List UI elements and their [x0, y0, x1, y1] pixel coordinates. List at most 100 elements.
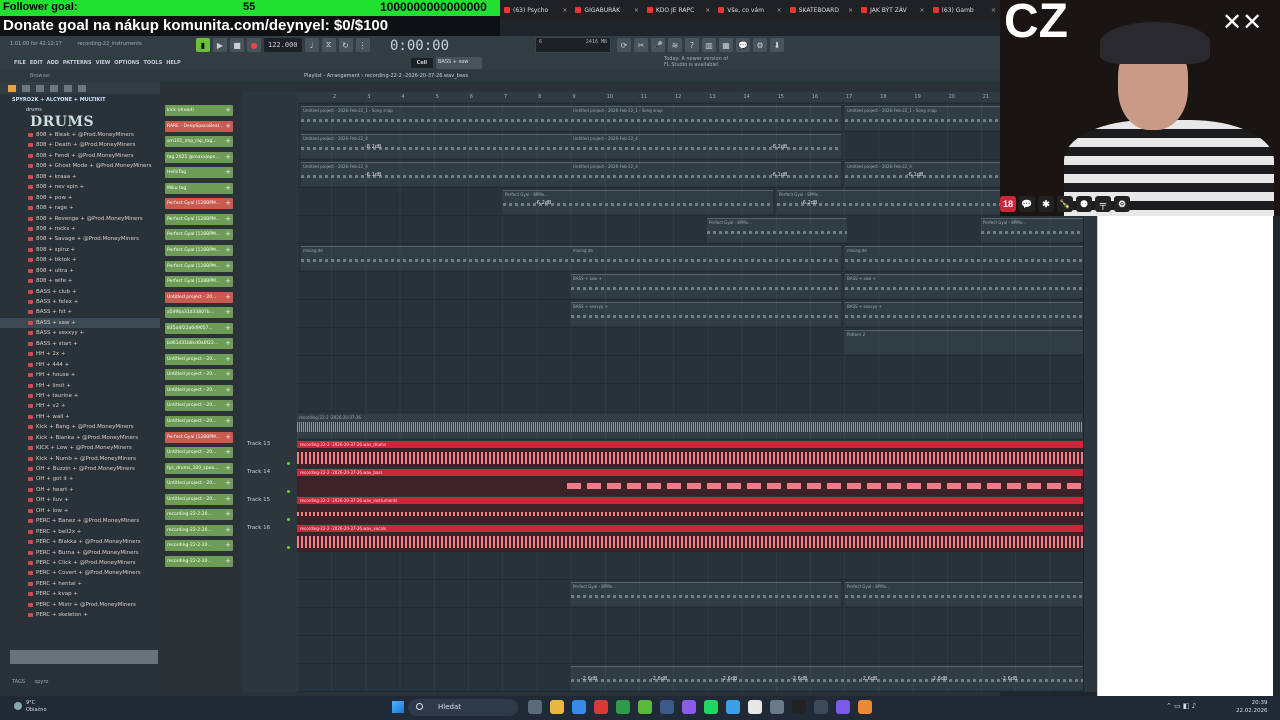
browser-file-item[interactable]: BASS + felex + [0, 297, 160, 307]
project-icon[interactable] [50, 84, 58, 92]
add-clip-icon[interactable]: + [225, 479, 231, 487]
minecraft-icon[interactable] [616, 700, 630, 714]
opera-icon[interactable] [594, 700, 608, 714]
browser-file-item[interactable]: OH + got it + [0, 474, 160, 484]
mixer-icon[interactable]: ▥ [702, 38, 716, 52]
add-clip-icon[interactable]: + [225, 199, 231, 207]
picker-item[interactable]: Untitled project - 20... + [165, 478, 233, 490]
help-icon[interactable]: ? [685, 38, 699, 52]
browser-file-item[interactable]: PERC + hentai + [0, 579, 160, 589]
browser-file-item[interactable]: PERC + Blakka + @Prod.MoneyMiners [0, 537, 160, 547]
weather-icon[interactable] [14, 702, 22, 710]
browser-file-item[interactable]: 808 + kraaa + [0, 172, 160, 182]
browser-file-item[interactable]: PERC + Mistr + @Prod.MoneyMiners [0, 600, 160, 610]
discord-icon[interactable] [682, 700, 696, 714]
add-clip-icon[interactable]: + [225, 184, 231, 192]
browser-file-item[interactable]: HH + house + [0, 370, 160, 380]
add-clip-icon[interactable]: + [225, 495, 231, 503]
recording-drums-clip[interactable]: recording-22-2 -2026-20-37-26.wav_drums [297, 441, 1083, 468]
wave-icon[interactable]: ≋ [668, 38, 682, 52]
browser-file-item[interactable]: Kick + Blanka + @Prod.MoneyMiners [0, 433, 160, 443]
perfect-clip[interactable]: Perfect Gyal - 8PMx... [845, 582, 1083, 606]
picker-item[interactable]: recording-22-2-20... + [165, 524, 233, 536]
menu-file[interactable]: FILE [12, 60, 28, 66]
fl-studio-icon[interactable] [858, 700, 872, 714]
drum-loop-clip[interactable]: -2.6dB -2.6dB -2.6dB -2.6dB -2.6dB -2.6dB -2.6… [571, 666, 1083, 690]
picker-item[interactable]: Untitled project - 20... + [165, 353, 233, 365]
picker-item[interactable]: Perfect Gyal [128BPM... + [165, 276, 233, 288]
recording-mix-clip[interactable]: recording-22-2 -2026-20-37-26 [297, 414, 1083, 438]
browser-file-item[interactable]: 808 + Fendi + @Prod.MoneyMiners [0, 151, 160, 161]
menu-edit[interactable]: EDIT [28, 60, 45, 66]
browser-file-item[interactable]: OH + Buzzin + @Prod.MoneyMiners [0, 464, 160, 474]
menu-view[interactable]: VIEW [94, 60, 113, 66]
perfect-clip[interactable]: Perfect Gyal - 8PMx... [707, 218, 847, 242]
settings-icon[interactable] [814, 700, 828, 714]
picker-item[interactable]: HelloTag + [165, 167, 233, 179]
terminal-icon[interactable] [792, 700, 806, 714]
browser-file-item[interactable]: KICK + Low + @Prod.MoneyMiners [0, 443, 160, 453]
recording-instruments-clip[interactable]: recording-22-2 -2026-20-37-26.wav_instru… [297, 497, 1083, 524]
browser-tab[interactable]: (63) Gamb × [929, 0, 1000, 20]
add-clip-icon[interactable]: + [225, 464, 231, 472]
song-clip[interactable]: Untitled project - 2026-Feb-22_4 -8.2dB [301, 134, 571, 158]
song-clip[interactable]: Untitled project - 2026-Feb-22_4 -6.1dB [301, 162, 571, 186]
messenger-icon[interactable] [726, 700, 740, 714]
plugin-db-icon[interactable] [36, 84, 44, 92]
spotify-icon[interactable] [704, 700, 718, 714]
add-clip-icon[interactable]: + [225, 153, 231, 161]
taskbar-search[interactable]: Hledat [408, 699, 518, 716]
browser-scrollbar[interactable] [10, 650, 158, 664]
add-clip-icon[interactable]: + [225, 308, 231, 316]
browser-subfolder[interactable]: drums [0, 106, 160, 114]
mixing-clip[interactable]: mixing do [845, 246, 1083, 270]
song-clip[interactable]: Untitled project - 2026-Feb-22_1 - Song … [301, 106, 571, 130]
tab-close-icon[interactable]: × [634, 7, 639, 14]
picker-item[interactable]: Untitled project - 20... + [165, 369, 233, 381]
track-13-led[interactable] [287, 462, 290, 465]
menu-add[interactable]: ADD [45, 60, 61, 66]
file-explorer-icon[interactable] [550, 700, 564, 714]
browser-file-item[interactable]: BASS + saw + [0, 317, 160, 329]
add-clip-icon[interactable]: + [225, 277, 231, 285]
browser-file-item[interactable]: Kick + Bang + @Prod.MoneyMiners [0, 422, 160, 432]
browser-tab[interactable]: JAK BÝT ZÁV × [857, 0, 928, 20]
wait-icon[interactable]: ⧖ [321, 38, 336, 52]
perfect-clip[interactable]: Perfect Gyal - 8PMx... [571, 582, 841, 606]
browser-file-item[interactable]: 808 + Death + @Prod.MoneyMiners [0, 140, 160, 150]
browser-file-item[interactable]: 808 + rage + [0, 203, 160, 213]
add-clip-icon[interactable]: + [225, 339, 231, 347]
pattern-song-toggle[interactable]: ▮ [196, 38, 210, 52]
picker-item[interactable]: recording-22-2-20... + [165, 509, 233, 521]
add-clip-icon[interactable]: + [225, 417, 231, 425]
recording-bass-clip[interactable]: recording-22-2 -2026-20-37-26.wav_bass [297, 469, 1083, 496]
picker-item[interactable]: Untitled project - 20... + [165, 416, 233, 427]
picker-item[interactable]: fps_drums_100_spea... + [165, 462, 233, 474]
pattern-selector[interactable]: BASS + saw [436, 57, 482, 69]
picker-item[interactable]: tag 2025 @maxxjepe... + [165, 151, 233, 163]
browser-file-item[interactable]: HH + 2x + [0, 349, 160, 359]
bass-sexxyy-clip[interactable]: BASS + sexxyy + [845, 302, 1083, 326]
tab-close-icon[interactable]: × [991, 7, 996, 14]
picker-item[interactable]: Untitled project - 20... + [165, 447, 233, 459]
mixing-clip[interactable]: mixing do [571, 246, 841, 270]
browser-file-item[interactable]: 808 + wife + [0, 276, 160, 286]
menu-tools[interactable]: TOOLS [142, 60, 165, 66]
perfect-clip[interactable]: Perfect Gyal - 8PMx... [981, 218, 1083, 242]
picker-item[interactable]: Miku tag + [165, 182, 233, 194]
browser-tab[interactable]: Vše, co vám × [714, 0, 785, 20]
mic-icon[interactable]: 🎤 [651, 38, 665, 52]
perfect-clip[interactable]: Perfect Gyal - 8PMx... -6.2dB [503, 190, 773, 214]
playlist-arrangement[interactable]: 2 3 4 5 6 7 8 9 10 11 12 13 14 15 16 17 18 19 20 21 Untitle… [297, 92, 1083, 692]
browser-file-item[interactable]: PERC + Covert + @Prod.MoneyMiners [0, 568, 160, 578]
picker-item[interactable]: Perfect Gyal [128BPM... + [165, 244, 233, 256]
add-clip-icon[interactable]: + [225, 557, 231, 565]
menu-help[interactable]: HELP [164, 60, 182, 66]
browser-file-item[interactable]: PERC + Burna + @Prod.MoneyMiners [0, 548, 160, 558]
tab-close-icon[interactable]: × [920, 7, 925, 14]
weather-widget[interactable]: 9°C Oblačno [26, 700, 47, 714]
browser-file-item[interactable]: 808 + pow + [0, 193, 160, 203]
file-icon[interactable] [22, 84, 30, 92]
browser-file-item[interactable]: 808 + nev spin + [0, 182, 160, 192]
add-clip-icon[interactable]: + [225, 246, 231, 254]
